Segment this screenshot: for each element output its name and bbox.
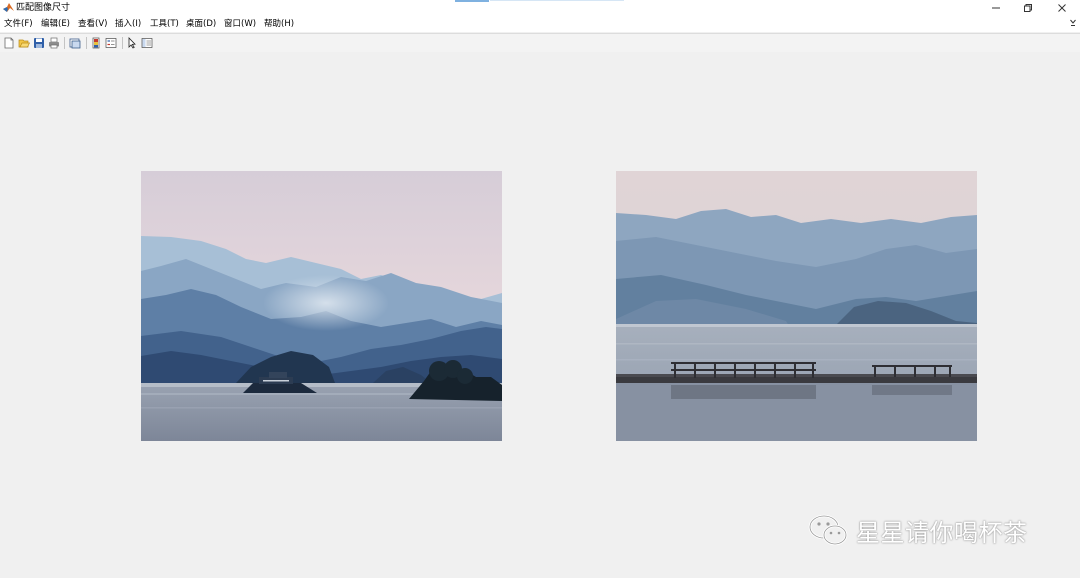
pointer-arrow-icon <box>128 37 136 49</box>
legend-icon <box>105 38 117 48</box>
toolbar-separator <box>86 37 87 49</box>
menu-insert[interactable]: 插入(I) <box>115 18 141 30</box>
lake-pier-photo <box>616 171 977 441</box>
title-accent-bar <box>455 0 489 2</box>
restore-button[interactable] <box>1012 0 1044 16</box>
watermark: 星星请你喝杯茶 <box>808 512 1058 548</box>
colorbar-icon <box>92 37 100 49</box>
edit-plot-button[interactable] <box>125 36 139 50</box>
property-inspector-icon <box>141 38 153 48</box>
restore-icon <box>1024 4 1032 12</box>
print-figure-button[interactable] <box>47 36 61 50</box>
matlab-logo-icon <box>3 2 14 13</box>
lake-ferry-photo <box>141 171 502 441</box>
save-figure-button[interactable] <box>32 36 46 50</box>
folder-open-icon <box>18 39 30 48</box>
menu-bar: 文件(F) 编辑(E) 查看(V) 插入(I) 工具(T) 桌面(D) 窗口(W… <box>0 16 1080 32</box>
save-disk-icon <box>34 38 44 48</box>
close-icon <box>1058 4 1066 12</box>
new-file-icon <box>4 37 14 49</box>
left-image-axes[interactable] <box>141 171 502 441</box>
printer-icon <box>49 37 59 49</box>
window-title: 匹配图像尺寸 <box>16 3 71 13</box>
new-figure-button[interactable] <box>2 36 16 50</box>
insert-legend-button[interactable] <box>104 36 118 50</box>
close-button[interactable] <box>1046 0 1078 16</box>
minimize-icon <box>992 7 1000 9</box>
dock-arrow-icon[interactable] <box>1070 19 1076 27</box>
link-plot-button[interactable] <box>68 36 82 50</box>
title-bar: 匹配图像尺寸 <box>0 0 1080 16</box>
minimize-button[interactable] <box>980 0 1012 16</box>
menu-help[interactable]: 帮助(H) <box>264 18 294 30</box>
menu-window[interactable]: 窗口(W) <box>224 18 256 30</box>
insert-colorbar-button[interactable] <box>89 36 103 50</box>
menu-view[interactable]: 查看(V) <box>78 18 107 30</box>
menu-desktop[interactable]: 桌面(D) <box>186 18 216 30</box>
toolbar-separator <box>64 37 65 49</box>
figure-toolbar <box>0 33 1080 53</box>
wechat-icon <box>808 514 848 546</box>
toolbar-separator <box>122 37 123 49</box>
menu-file[interactable]: 文件(F) <box>4 18 33 30</box>
title-accent-line <box>490 0 624 1</box>
property-inspector-button[interactable] <box>140 36 154 50</box>
open-file-button[interactable] <box>17 36 31 50</box>
menu-tools[interactable]: 工具(T) <box>150 18 179 30</box>
menu-edit[interactable]: 编辑(E) <box>41 18 70 30</box>
right-image-axes[interactable] <box>616 171 977 441</box>
link-plot-icon <box>69 38 81 49</box>
watermark-text: 星星请你喝杯茶 <box>856 518 1028 547</box>
